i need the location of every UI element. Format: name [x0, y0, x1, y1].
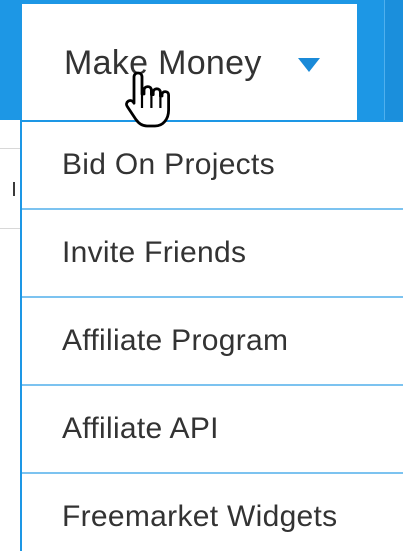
- menu-item-label: Bid On Projects: [62, 148, 275, 181]
- menu-item-label: Affiliate Program: [62, 324, 289, 357]
- next-nav-item[interactable]: [384, 0, 403, 120]
- caret-down-icon: [298, 58, 320, 72]
- divider: [0, 148, 20, 149]
- page-background-fragment: [0, 120, 20, 551]
- menu-item-freemarket-widgets[interactable]: Freemarket Widgets: [22, 472, 403, 560]
- menu-item-label: Invite Friends: [62, 236, 247, 269]
- hand-pointer-icon: [125, 71, 170, 128]
- divider: [0, 228, 20, 229]
- menu-item-label: Freemarket Widgets: [62, 500, 338, 533]
- make-money-menu-tab[interactable]: Make Money: [20, 2, 359, 120]
- menu-item-bid-on-projects[interactable]: Bid On Projects: [22, 120, 403, 208]
- menu-item-affiliate-api[interactable]: Affiliate API: [22, 384, 403, 472]
- text-fragment: [13, 182, 15, 196]
- menu-item-affiliate-program[interactable]: Affiliate Program: [22, 296, 403, 384]
- menu-item-invite-friends[interactable]: Invite Friends: [22, 208, 403, 296]
- menu-item-label: Affiliate API: [62, 412, 219, 445]
- make-money-dropdown: Bid On Projects Invite Friends Affiliate…: [20, 120, 403, 551]
